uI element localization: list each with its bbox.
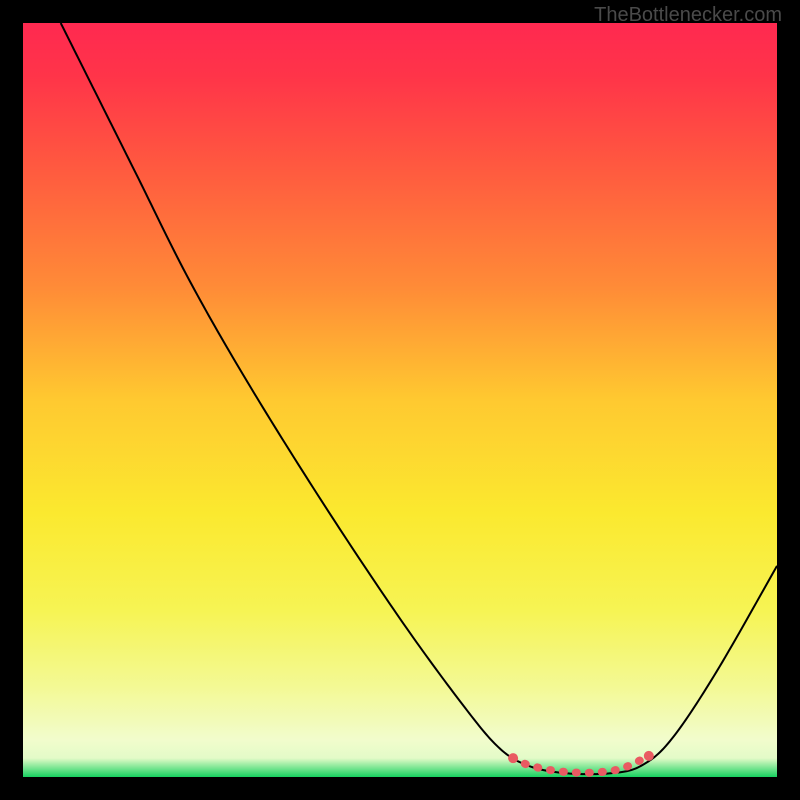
optimal-endpoint xyxy=(508,753,518,763)
chart-container: TheBottlenecker.com xyxy=(0,0,800,800)
watermark-text: TheBottlenecker.com xyxy=(594,4,782,27)
gradient-background xyxy=(23,23,777,777)
plot-area xyxy=(23,23,777,777)
chart-svg xyxy=(23,23,777,777)
optimal-endpoint xyxy=(644,751,654,761)
